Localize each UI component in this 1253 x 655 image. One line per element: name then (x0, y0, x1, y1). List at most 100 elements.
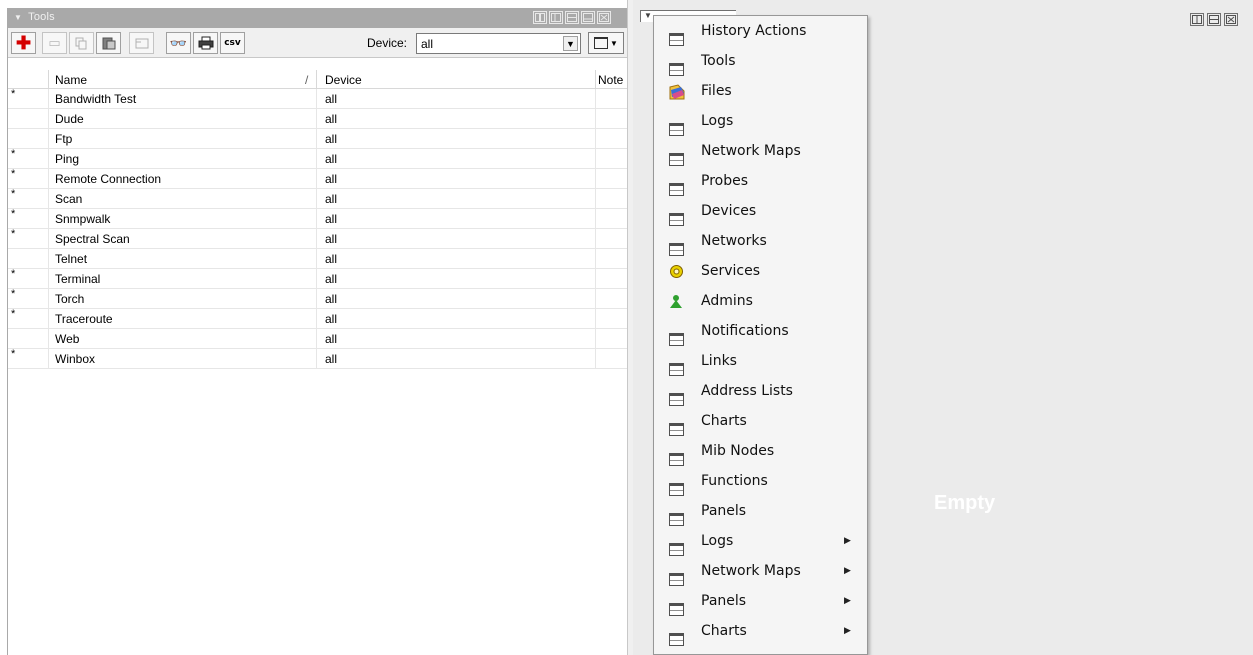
menu-item-tools[interactable]: Tools (654, 46, 867, 76)
cell-device: all (325, 232, 338, 246)
cell-divider (48, 169, 49, 189)
menu-item-admins[interactable]: Admins (654, 286, 867, 316)
table-row[interactable]: * Spectral Scan all (8, 228, 628, 249)
comment-button[interactable] (129, 32, 154, 54)
close-icon[interactable] (597, 11, 611, 24)
table-row[interactable]: * Terminal all (8, 268, 628, 289)
sort-indicator-icon: / (305, 73, 309, 87)
close-icon[interactable] (1224, 13, 1238, 26)
row-flag: * (11, 88, 16, 100)
table-icon (669, 362, 684, 376)
split-horizontal-icon[interactable] (565, 11, 579, 24)
split-vertical-icon[interactable] (1190, 13, 1204, 26)
table-row[interactable]: Dude all (8, 109, 628, 129)
cell-name: Scan (55, 192, 83, 206)
table-icon (669, 482, 684, 496)
cell-name: Terminal (55, 272, 101, 286)
table-row[interactable]: * Torch all (8, 288, 628, 309)
table-icon (669, 512, 684, 526)
table-row[interactable]: * Scan all (8, 188, 628, 209)
menu-item-label: Logs (701, 533, 734, 549)
split-vertical-icon[interactable] (533, 11, 547, 24)
export-csv-button[interactable]: csv (220, 32, 245, 54)
menu-item-probes[interactable]: Probes (654, 166, 867, 196)
column-header-device[interactable]: Device (325, 73, 362, 87)
table-row[interactable]: * Bandwidth Test all (8, 88, 628, 109)
row-flag: * (11, 188, 16, 200)
tools-panel: ▼ Tools ✚ ▭ 👓 csv Device: all ▼ ▼ Name /… (7, 8, 635, 655)
column-divider[interactable] (595, 70, 596, 89)
table-icon (669, 152, 684, 166)
cell-name: Snmpwalk (55, 212, 111, 226)
row-flag: * (11, 148, 16, 160)
menu-item-notifications[interactable]: Notifications (654, 316, 867, 346)
remove-button[interactable]: ▭ (42, 32, 67, 54)
column-header-name[interactable]: Name (55, 73, 87, 87)
menu-item-networks[interactable]: Networks (654, 226, 867, 256)
column-divider[interactable] (48, 70, 49, 89)
cell-device: all (325, 252, 338, 266)
add-button[interactable]: ✚ (11, 32, 36, 54)
cell-divider (48, 309, 49, 329)
print-button[interactable] (193, 32, 218, 54)
cell-name: Web (55, 332, 80, 346)
menu-item-network-maps-submenu[interactable]: Network Maps ▶ (654, 556, 867, 586)
csv-icon: csv (224, 38, 241, 48)
cell-divider (595, 109, 596, 129)
cell-device: all (325, 212, 338, 226)
menu-item-address-lists[interactable]: Address Lists (654, 376, 867, 406)
chevron-down-icon[interactable]: ▼ (563, 36, 578, 51)
table-row[interactable]: * Traceroute all (8, 308, 628, 329)
tools-panel-titlebar[interactable]: ▼ Tools (8, 8, 635, 28)
menu-item-label: Mib Nodes (701, 443, 775, 459)
menu-item-services[interactable]: Services (654, 256, 867, 286)
paste-button[interactable] (96, 32, 121, 54)
split-vertical-alt-icon[interactable] (549, 11, 563, 24)
cell-name: Bandwidth Test (55, 92, 137, 106)
column-divider[interactable] (316, 70, 317, 89)
copy-button[interactable] (69, 32, 94, 54)
table-row[interactable]: Ftp all (8, 129, 628, 149)
find-button[interactable]: 👓 (166, 32, 191, 54)
cell-divider (595, 189, 596, 209)
cell-divider (595, 329, 596, 349)
row-flag: * (11, 208, 16, 220)
table-icon (669, 122, 684, 136)
menu-item-label: Logs (701, 113, 734, 129)
minimize-icon[interactable] (581, 11, 595, 24)
menu-item-panels[interactable]: Panels (654, 496, 867, 526)
table-row[interactable]: Telnet all (8, 249, 628, 269)
collapse-arrow-icon[interactable]: ▼ (14, 13, 22, 22)
copy-icon (75, 37, 87, 49)
cell-divider (316, 349, 317, 369)
cell-name: Dude (55, 112, 84, 126)
menu-item-logs[interactable]: Logs (654, 106, 867, 136)
menu-item-network-maps[interactable]: Network Maps (654, 136, 867, 166)
menu-item-mib-nodes[interactable]: Mib Nodes (654, 436, 867, 466)
menu-item-panels-submenu[interactable]: Panels ▶ (654, 586, 867, 616)
menu-item-links[interactable]: Links (654, 346, 867, 376)
columns-menu-button[interactable]: ▼ (588, 32, 624, 54)
menu-item-files[interactable]: Files (654, 76, 867, 106)
split-horizontal-icon[interactable] (1207, 13, 1221, 26)
menu-item-functions[interactable]: Functions (654, 466, 867, 496)
cell-divider (595, 169, 596, 189)
table-row[interactable]: * Remote Connection all (8, 168, 628, 189)
table-row[interactable]: * Snmpwalk all (8, 208, 628, 229)
menu-item-logs-submenu[interactable]: Logs ▶ (654, 526, 867, 556)
panel-type-menu: History Actions Tools Files Logs Network Map… (653, 15, 868, 655)
cell-device: all (325, 352, 338, 366)
menu-item-history-actions[interactable]: History Actions (654, 16, 867, 46)
device-filter-select[interactable]: all ▼ (416, 33, 581, 54)
menu-item-charts-submenu[interactable]: Charts ▶ (654, 616, 867, 646)
table-row[interactable]: * Ping all (8, 148, 628, 169)
menu-item-label: Network Maps (701, 563, 801, 579)
column-header-note[interactable]: Note (598, 73, 623, 87)
table-row[interactable]: Web all (8, 329, 628, 349)
table-row[interactable]: * Winbox all (8, 348, 628, 369)
cell-divider (316, 109, 317, 129)
menu-item-devices[interactable]: Devices (654, 196, 867, 226)
tools-toolbar: ✚ ▭ 👓 csv Device: all ▼ ▼ (8, 28, 635, 58)
menu-item-charts[interactable]: Charts (654, 406, 867, 436)
plus-icon: ✚ (15, 33, 32, 53)
